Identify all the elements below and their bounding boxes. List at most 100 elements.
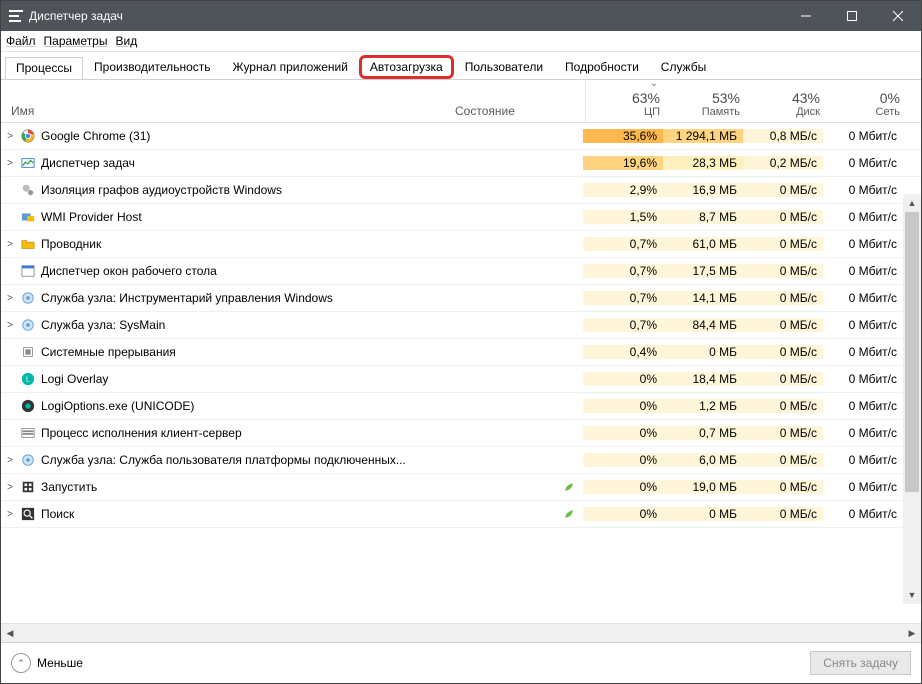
table-row[interactable]: >Служба узла: SysMain0,7%84,4 МБ0 МБ/с0 … <box>1 312 921 339</box>
tab-processes[interactable]: Процессы <box>5 57 83 79</box>
svg-text:L: L <box>26 377 30 384</box>
scroll-left-icon[interactable]: ◀ <box>1 624 19 642</box>
tab-services[interactable]: Службы <box>650 56 717 78</box>
cell-disk: 0 МБ/с <box>743 264 823 278</box>
table-row[interactable]: Изоляция графов аудиоустройств Windows2,… <box>1 177 921 204</box>
table-row[interactable]: >Google Chrome (31)35,6%1 294,1 МБ0,8 МБ… <box>1 123 921 150</box>
expand-toggle[interactable]: > <box>1 455 19 466</box>
scroll-thumb[interactable] <box>905 212 919 492</box>
scroll-right-icon[interactable]: ▶ <box>903 624 921 642</box>
expand-toggle[interactable]: > <box>1 239 19 250</box>
cell-cpu: 0,7% <box>583 318 663 332</box>
cell-mem: 14,1 МБ <box>663 291 743 305</box>
cell-net: 0 Мбит/с <box>823 480 903 494</box>
scroll-up-icon[interactable]: ▲ <box>903 194 921 212</box>
svc-icon <box>19 317 37 333</box>
expand-toggle[interactable]: > <box>1 131 19 142</box>
cell-disk: 0 МБ/с <box>743 210 823 224</box>
cell-cpu: 0,7% <box>583 237 663 251</box>
cell-cpu: 19,6% <box>583 156 663 170</box>
title-bar[interactable]: Диспетчер задач <box>1 1 921 31</box>
maximize-button[interactable] <box>829 1 875 31</box>
chevron-up-icon: ⌃ <box>11 653 31 673</box>
cell-net: 0 Мбит/с <box>823 426 903 440</box>
cell-disk: 0 МБ/с <box>743 399 823 413</box>
table-row[interactable]: >Запустить0%19,0 МБ0 МБ/с0 Мбит/с <box>1 474 921 501</box>
column-cpu[interactable]: ⌄ 63% ЦП <box>585 80 666 122</box>
table-row[interactable]: > Служба узла: Инструментарий управления … <box>1 285 921 312</box>
end-task-button[interactable]: Снять задачу <box>810 651 911 675</box>
column-name[interactable]: Имя <box>1 104 451 122</box>
expand-toggle[interactable]: > <box>1 320 19 331</box>
cell-cpu: 0% <box>583 426 663 440</box>
column-network[interactable]: 0% Сеть <box>826 90 906 122</box>
tab-users[interactable]: Пользователи <box>454 56 554 78</box>
cell-disk: 0 МБ/с <box>743 237 823 251</box>
cell-mem: 19,0 МБ <box>663 480 743 494</box>
expand-toggle[interactable]: > <box>1 482 19 493</box>
cell-net: 0 Мбит/с <box>823 210 903 224</box>
column-disk[interactable]: 43% Диск <box>746 90 826 122</box>
cell-disk: 0,8 МБ/с <box>743 129 823 143</box>
table-row[interactable]: Диспетчер окон рабочего стола0,7%17,5 МБ… <box>1 258 921 285</box>
cell-net: 0 Мбит/с <box>823 372 903 386</box>
menu-file[interactable]: Файл <box>6 34 36 48</box>
expand-toggle[interactable]: > <box>1 158 19 169</box>
cell-cpu: 35,6% <box>583 129 663 143</box>
vertical-scrollbar[interactable]: ▲ ▼ <box>903 194 921 604</box>
cell-mem: 18,4 МБ <box>663 372 743 386</box>
net-percent: 0% <box>826 90 900 106</box>
horizontal-scrollbar[interactable]: ◀ ▶ <box>1 623 921 642</box>
cell-mem: 17,5 МБ <box>663 264 743 278</box>
menu-options[interactable]: Параметры <box>44 34 108 48</box>
expand-toggle[interactable]: > <box>1 509 19 520</box>
cell-cpu: 0,7% <box>583 291 663 305</box>
tab-performance[interactable]: Производительность <box>83 56 221 78</box>
process-name: Диспетчер задач <box>37 156 445 170</box>
table-row[interactable]: LLogi Overlay0%18,4 МБ0 МБ/с0 Мбит/с <box>1 366 921 393</box>
leaf-icon <box>563 481 575 493</box>
process-name: Процесс исполнения клиент-сервер <box>37 426 445 440</box>
table-row[interactable]: >Служба узла: Служба пользователя платфо… <box>1 447 921 474</box>
column-memory[interactable]: 53% Память <box>666 90 746 122</box>
cell-cpu: 0% <box>583 453 663 467</box>
close-button[interactable] <box>875 1 921 31</box>
cell-net: 0 Мбит/с <box>823 237 903 251</box>
tab-bar: Процессы Производительность Журнал прило… <box>1 52 921 80</box>
minimize-button[interactable] <box>783 1 829 31</box>
table-row[interactable]: Системные прерывания0,4%0 МБ0 МБ/с0 Мбит… <box>1 339 921 366</box>
tab-startup[interactable]: Автозагрузка <box>359 55 454 79</box>
table-row[interactable]: >Проводник0,7%61,0 МБ0 МБ/с0 Мбит/с <box>1 231 921 258</box>
process-state <box>445 508 583 520</box>
expand-toggle[interactable]: > <box>1 293 19 304</box>
mem-percent: 53% <box>666 90 740 106</box>
cell-cpu: 0% <box>583 480 663 494</box>
table-row[interactable]: >Диспетчер задач19,6%28,3 МБ0,2 МБ/с0 Мб… <box>1 150 921 177</box>
cell-cpu: 0% <box>583 399 663 413</box>
table-row[interactable]: LogiOptions.exe (UNICODE)0%1,2 МБ0 МБ/с0… <box>1 393 921 420</box>
logi-icon: L <box>19 371 37 387</box>
tab-details[interactable]: Подробности <box>554 56 650 78</box>
table-row[interactable]: >Поиск0%0 МБ0 МБ/с0 Мбит/с <box>1 501 921 528</box>
logi2-icon <box>19 398 37 414</box>
table-row[interactable]: Процесс исполнения клиент-сервер0%0,7 МБ… <box>1 420 921 447</box>
cell-disk: 0 МБ/с <box>743 453 823 467</box>
cell-mem: 0 МБ <box>663 345 743 359</box>
fewer-details-button[interactable]: ⌃ Меньше <box>11 653 83 673</box>
scroll-down-icon[interactable]: ▼ <box>903 586 921 604</box>
cell-disk: 0 МБ/с <box>743 372 823 386</box>
column-state[interactable]: Состояние <box>451 104 585 122</box>
menu-view[interactable]: Вид <box>115 34 137 48</box>
leaf-icon <box>563 508 575 520</box>
disk-label: Диск <box>746 106 820 118</box>
window-title: Диспетчер задач <box>29 9 783 23</box>
cell-net: 0 Мбит/с <box>823 291 903 305</box>
net-label: Сеть <box>826 106 900 118</box>
process-name: Служба узла: Инструментарий управления W… <box>37 291 445 305</box>
cell-net: 0 Мбит/с <box>823 399 903 413</box>
bottom-bar: ⌃ Меньше Снять задачу <box>1 643 921 683</box>
scroll-track[interactable] <box>903 212 921 586</box>
table-row[interactable]: WMI Provider Host1,5%8,7 МБ0 МБ/с0 Мбит/… <box>1 204 921 231</box>
tab-app-history[interactable]: Журнал приложений <box>222 56 359 78</box>
cell-disk: 0,2 МБ/с <box>743 156 823 170</box>
